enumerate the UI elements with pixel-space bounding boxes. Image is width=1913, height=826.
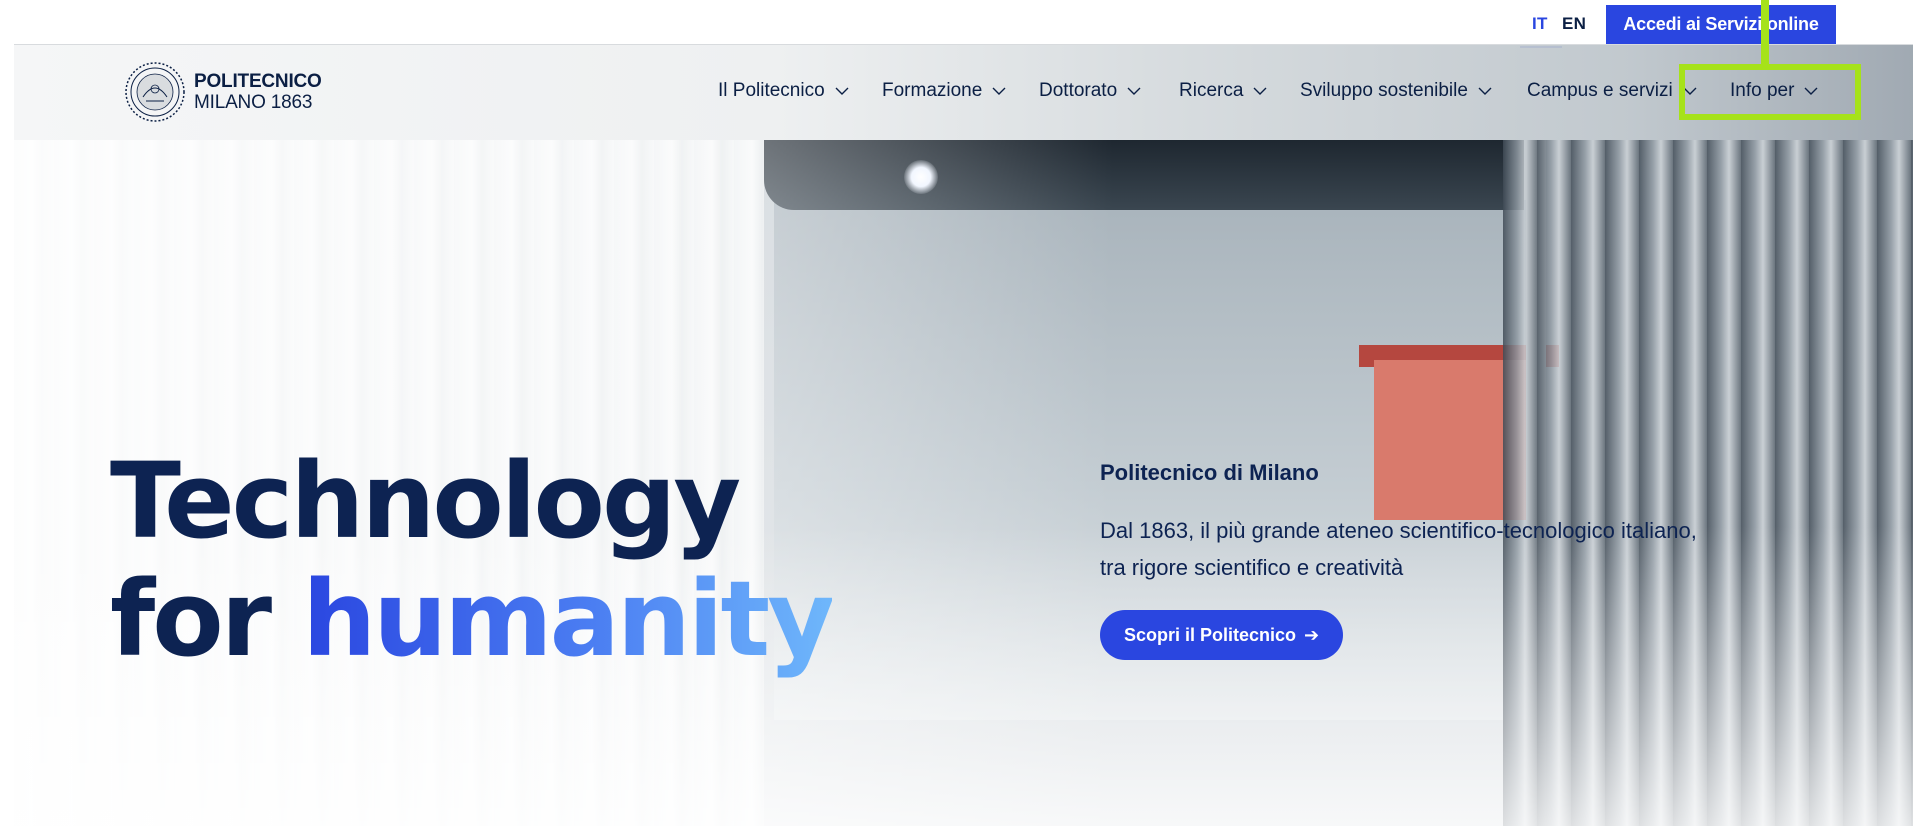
language-it-link[interactable]: IT — [1520, 14, 1562, 48]
chevron-down-icon — [992, 87, 1006, 95]
hero-title-line-2-prefix: for — [110, 558, 303, 680]
nav-item-il-politecnico[interactable]: Il Politecnico — [718, 80, 849, 102]
hero-kicker: Politecnico di Milano — [1100, 460, 1319, 485]
nav-item-label: Campus e servizi — [1527, 80, 1673, 101]
nav-item-label: Sviluppo sostenibile — [1300, 80, 1468, 101]
chevron-down-icon — [1478, 87, 1492, 95]
highlight-marker-stem — [1761, 0, 1769, 64]
nav-item-label: Il Politecnico — [718, 80, 825, 101]
hero-title-accent: humanity — [302, 558, 835, 680]
hero-description: Dal 1863, il più grande ateneo scientifi… — [1100, 518, 1697, 580]
arrow-right-icon: ➔ — [1304, 624, 1320, 645]
chevron-down-icon — [1127, 87, 1141, 95]
nav-item-sviluppo-sostenibile[interactable]: Sviluppo sostenibile — [1300, 80, 1492, 102]
nav-item-label: Dottorato — [1039, 80, 1118, 101]
main-header: POLITECNICO MILANO 1863 Il Politecnico F… — [14, 44, 1913, 140]
chevron-down-icon — [1253, 87, 1267, 95]
nav-item-label: Ricerca — [1179, 80, 1244, 101]
nav-item-formazione[interactable]: Formazione — [882, 80, 1006, 102]
cta-label: Scopri il Politecnico — [1124, 624, 1297, 645]
main-navigation: Il Politecnico Formazione Dottorato Rice… — [14, 80, 1913, 106]
hero-title: Technology for humanity — [110, 440, 835, 680]
highlight-marker-box — [1679, 64, 1861, 120]
nav-item-label: Formazione — [882, 80, 983, 101]
hero-title-line-1: Technology — [110, 440, 741, 562]
nav-item-campus-e-servizi[interactable]: Campus e servizi — [1527, 80, 1697, 102]
online-services-login-button[interactable]: Accedi ai Servizi online — [1606, 5, 1836, 44]
language-en-link[interactable]: EN — [1562, 14, 1586, 34]
discover-politecnico-button[interactable]: Scopri il Politecnico ➔ — [1100, 610, 1344, 660]
nav-item-dottorato[interactable]: Dottorato — [1039, 80, 1141, 102]
chevron-down-icon — [835, 87, 849, 95]
nav-item-ricerca[interactable]: Ricerca — [1179, 80, 1267, 102]
utility-bar: IT EN Accedi ai Servizi online — [0, 0, 1913, 48]
